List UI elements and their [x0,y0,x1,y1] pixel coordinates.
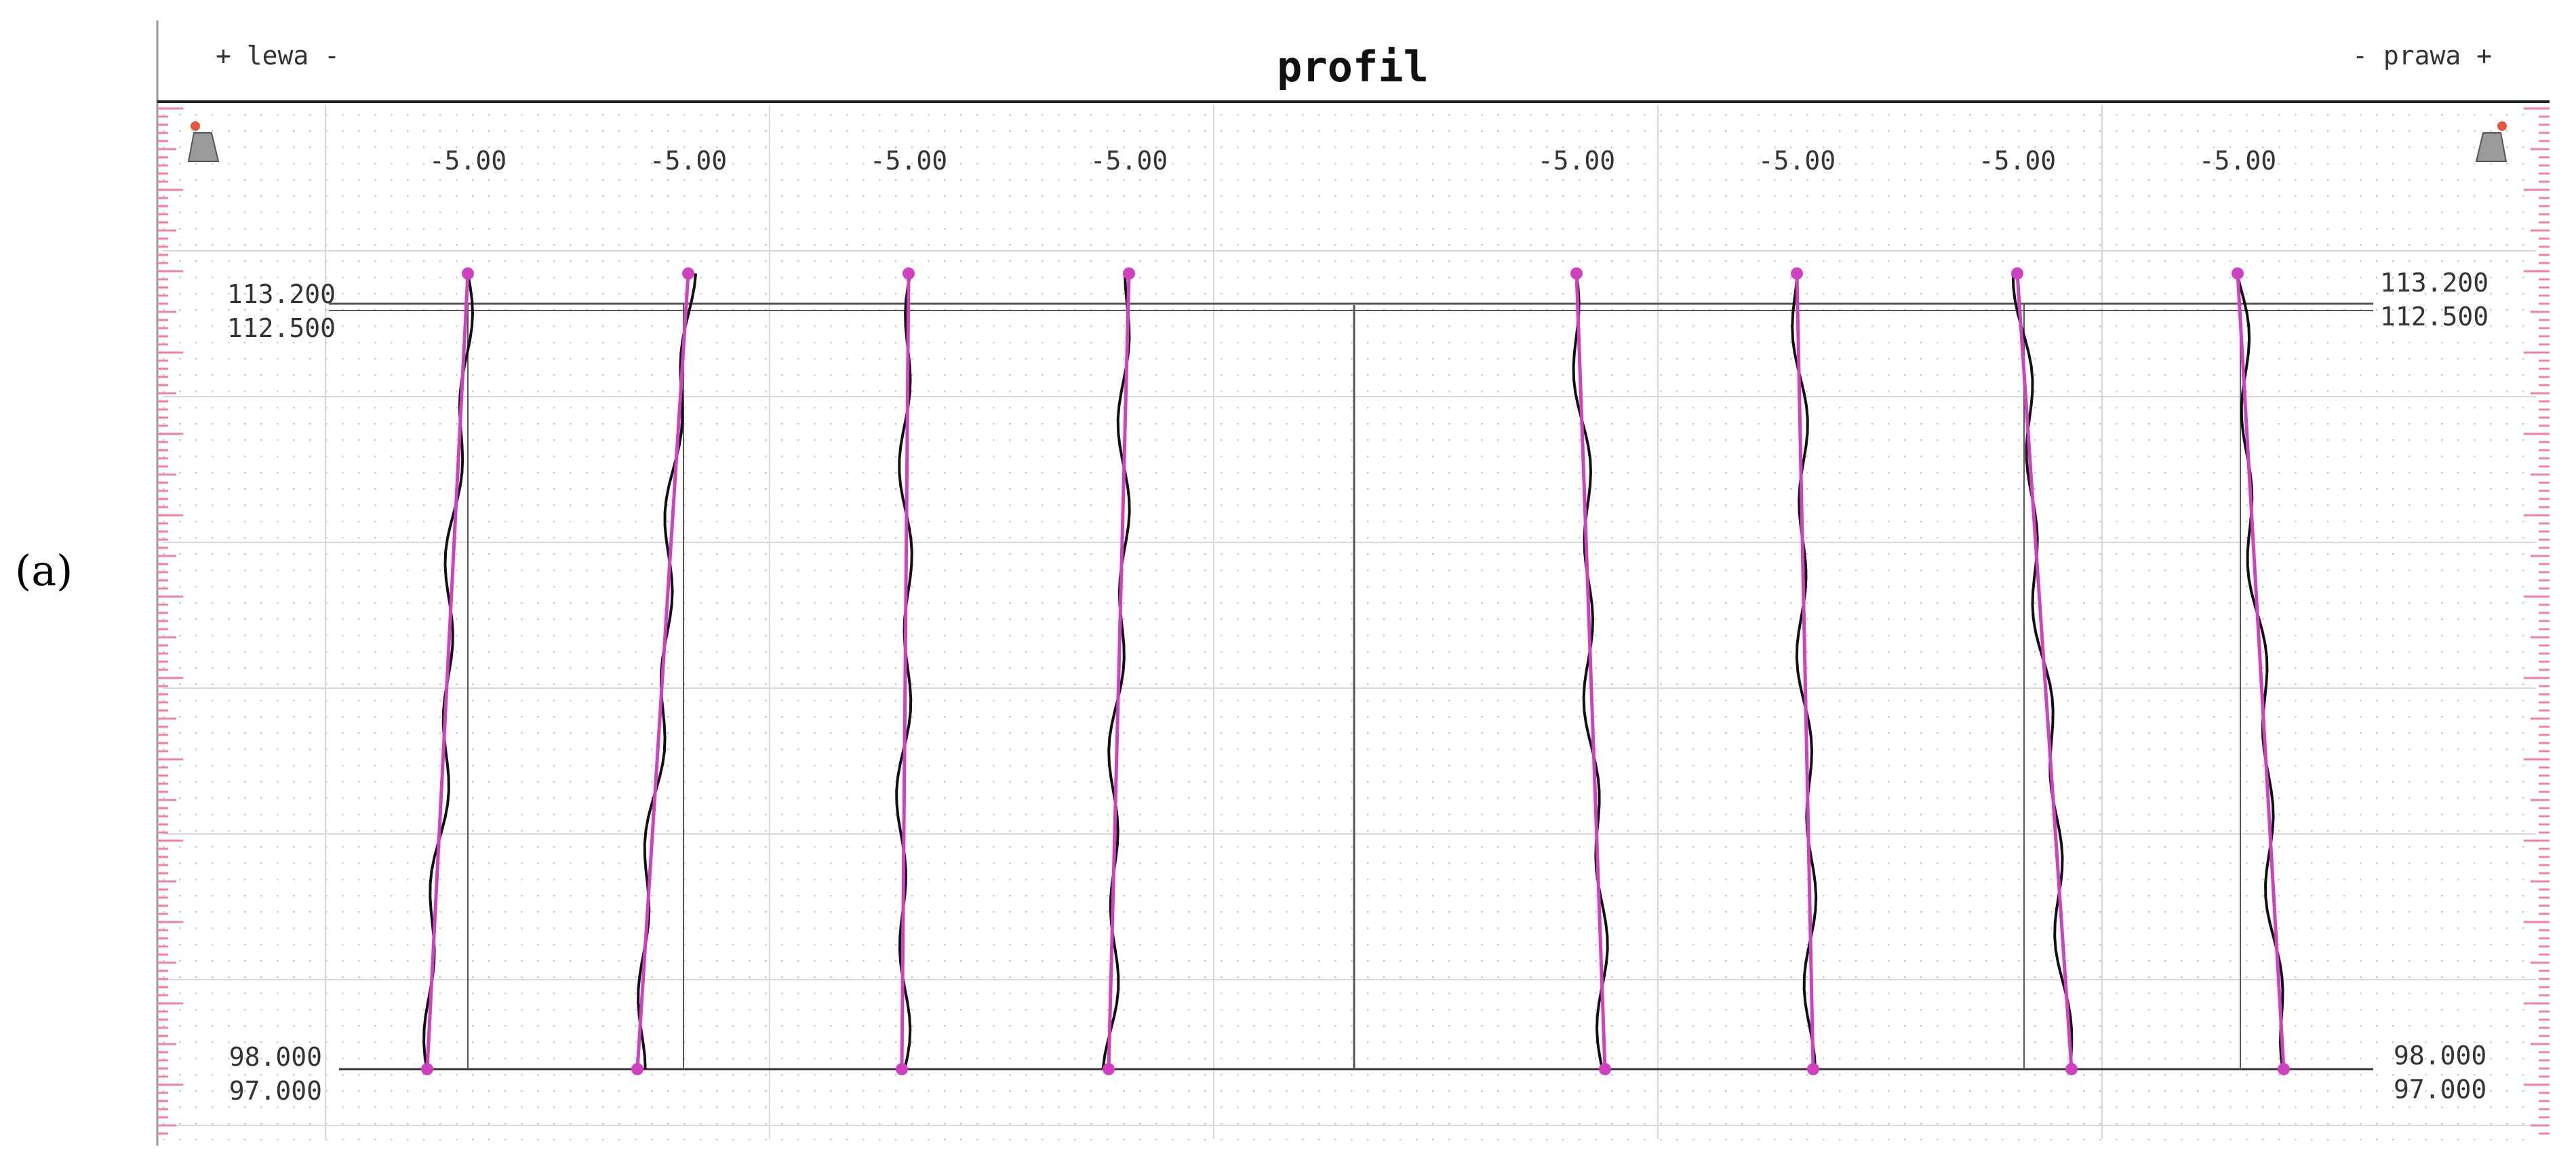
design-top-point [1123,267,1135,280]
elevation-label-left-second: 112.500 [227,313,336,343]
design-top-point [2011,267,2023,280]
column-label: -5.00 [870,146,947,176]
column-label: -5.00 [1758,146,1836,176]
design-top-point [1791,267,1803,280]
column-label: -5.00 [1979,146,2056,176]
grid-area [163,103,2536,1140]
column-label: -5.00 [2199,146,2276,176]
design-top-point [1570,267,1583,280]
elevation-label-right-top: 113.200 [2380,268,2489,298]
elevation-label-left-bottom: 98.000 [229,1042,322,1072]
right-side-label: - prawa + [2352,41,2492,71]
design-bottom-point [1807,1063,1819,1075]
left-side-label: + lewa - [216,41,340,71]
elevation-label-right-base: 97.000 [2394,1075,2486,1104]
design-top-point [2232,267,2244,280]
profile-chart: + lewa - profil - prawa + -5.00 -5.00 -5… [156,20,2550,1146]
elevation-label-left-base: 97.000 [229,1076,322,1106]
elevation-label-right-second: 112.500 [2380,302,2489,332]
design-bottom-point [2278,1063,2290,1075]
design-bottom-point [421,1063,433,1075]
column-label: -5.00 [1538,146,1615,176]
design-bottom-point [2065,1063,2078,1075]
design-top-point [462,267,474,280]
design-bottom-point [631,1063,643,1075]
column-label: -5.00 [650,146,727,176]
design-bottom-point [1599,1063,1611,1075]
design-bottom-point [896,1063,908,1075]
elevation-label-right-bottom: 98.000 [2394,1041,2486,1071]
design-top-point [903,267,915,280]
elevation-label-left-top: 113.200 [227,279,336,309]
design-bottom-point [1103,1063,1115,1075]
chart-title: profil [1277,42,1429,92]
column-label: -5.00 [429,146,507,176]
design-top-point [682,267,694,280]
column-label: -5.00 [1090,146,1168,176]
